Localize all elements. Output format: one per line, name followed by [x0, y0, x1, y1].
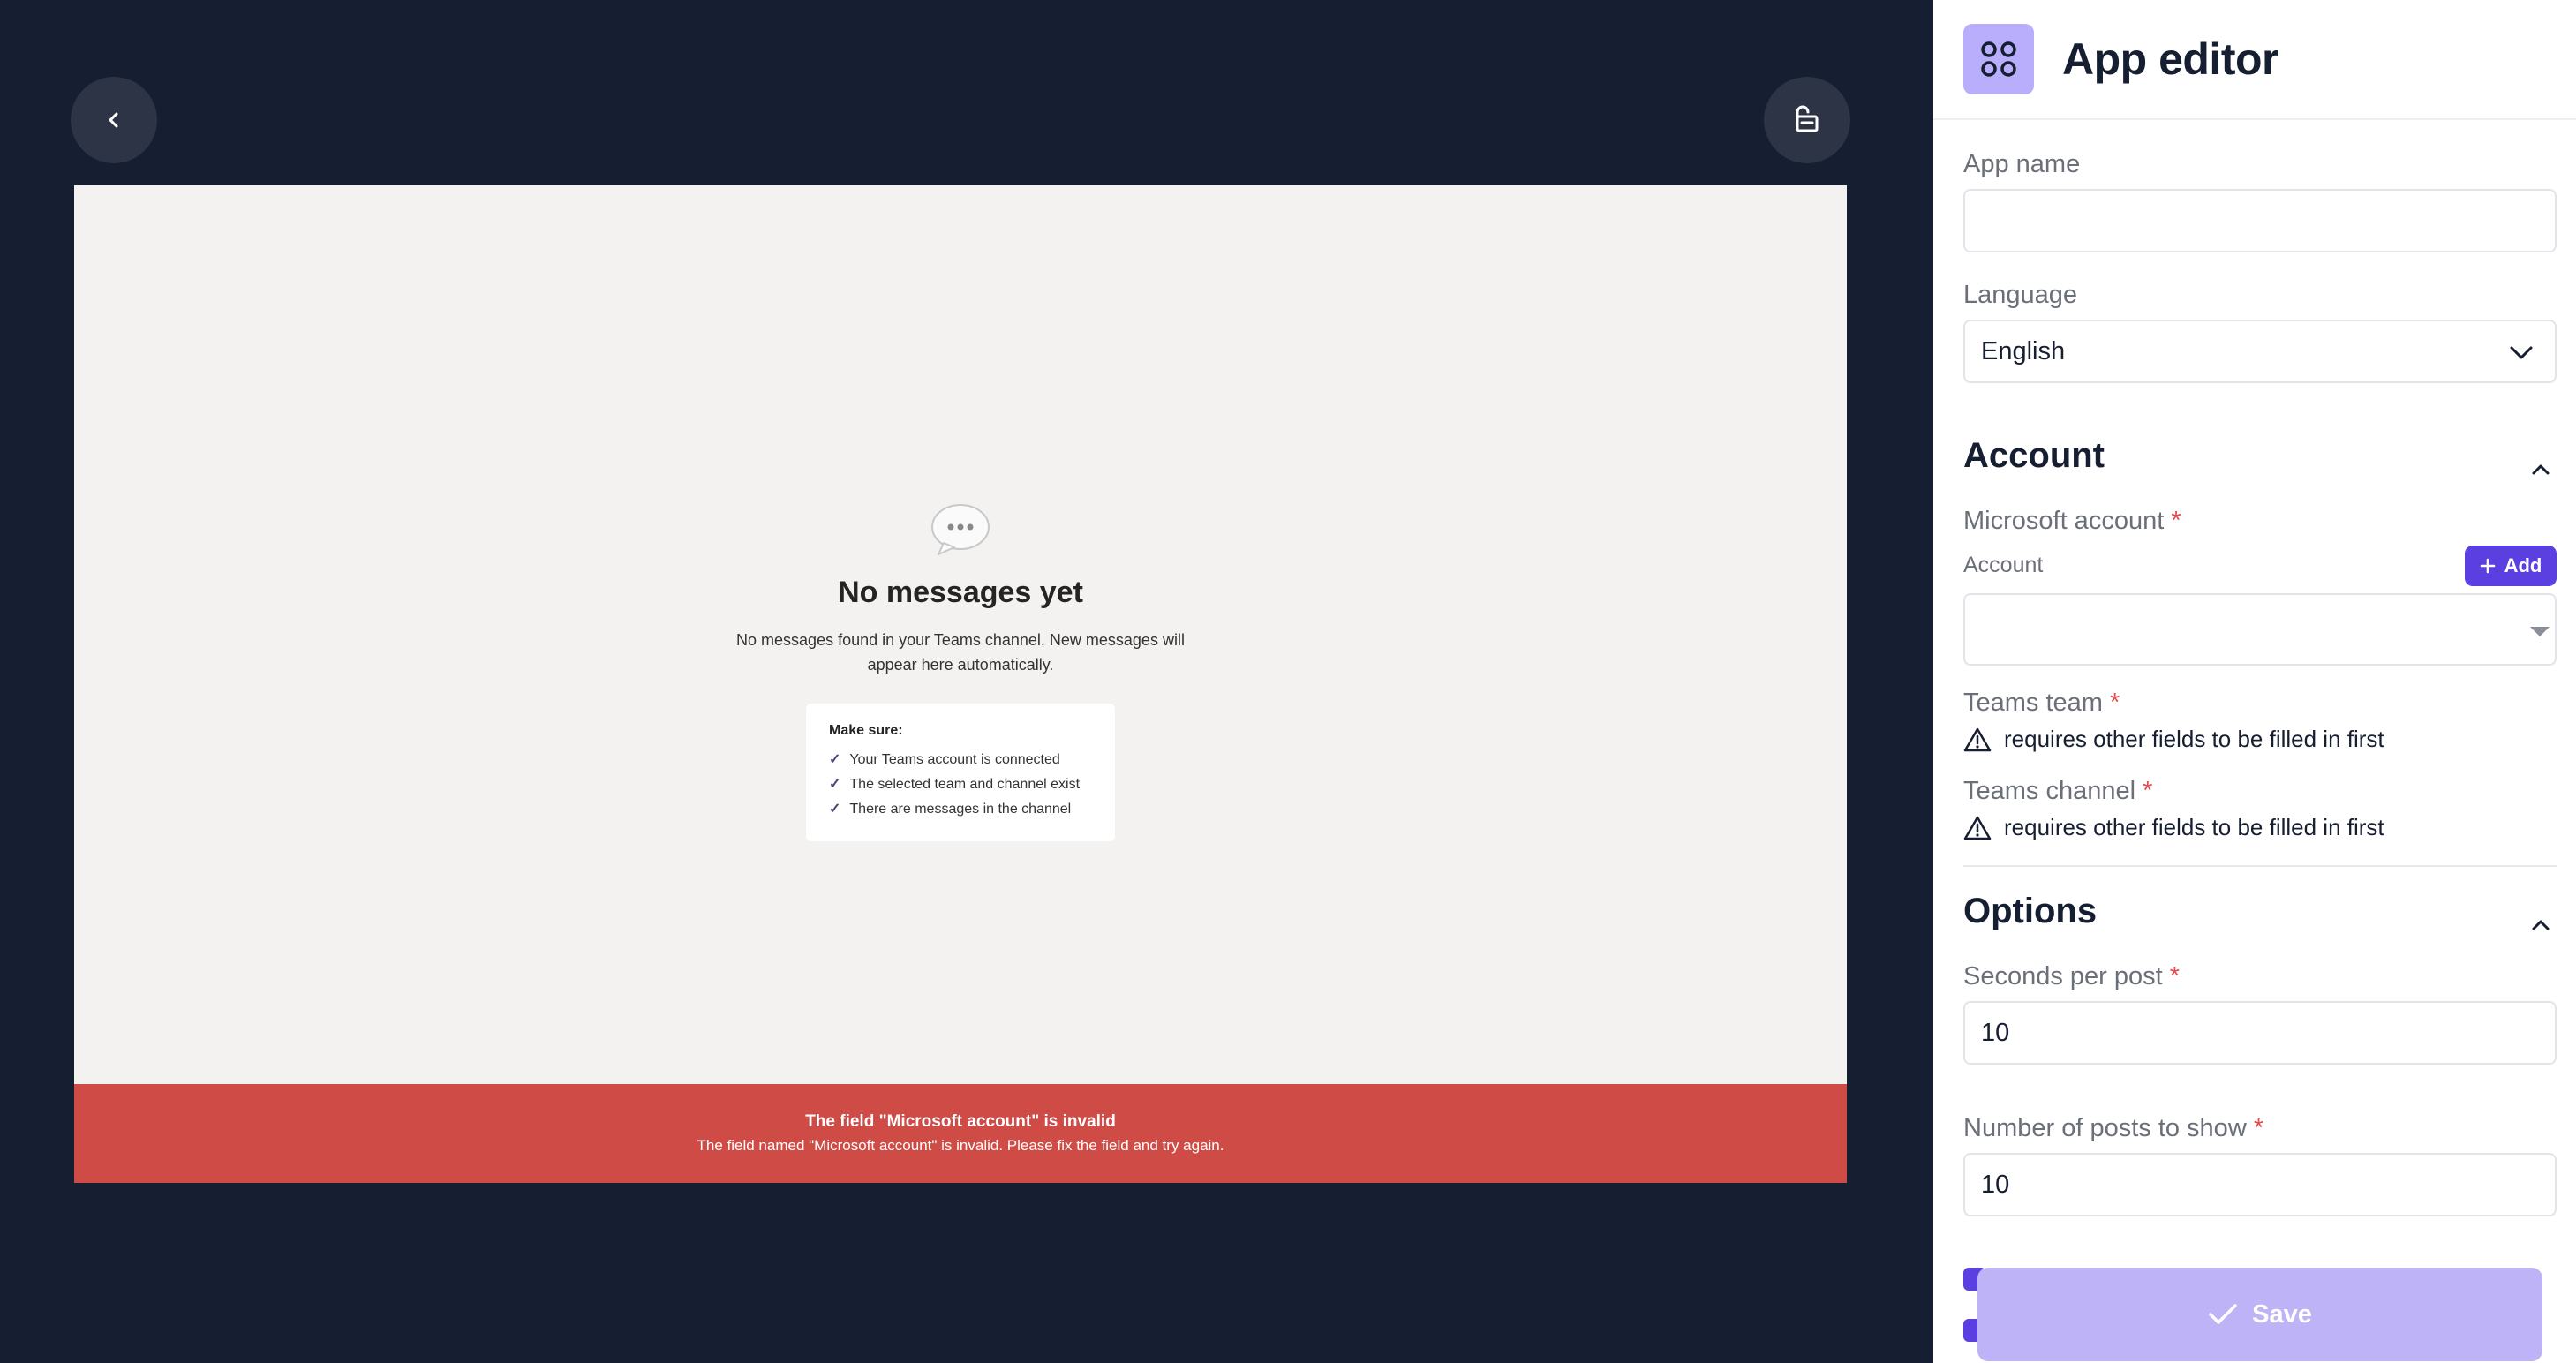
language-select[interactable]: English: [1963, 320, 2557, 383]
options-section-title: Options: [1963, 892, 2098, 930]
chevron-up-icon[interactable]: [2528, 913, 2553, 938]
back-button[interactable]: [71, 77, 157, 163]
tips-card: Make sure: ✓ Your Teams account is connec…: [806, 704, 1115, 841]
app-name-label: App name: [1963, 150, 2081, 178]
language-label: Language: [1963, 281, 2078, 309]
empty-state-title: No messages yet: [838, 576, 1083, 609]
chevron-up-icon[interactable]: [2528, 457, 2553, 482]
unlock-button[interactable]: [1764, 77, 1850, 163]
error-message: The field named "Microsoft account" is i…: [697, 1137, 1224, 1154]
warning-triangle-icon: [1963, 727, 1992, 751]
add-account-button[interactable]: Add: [2465, 546, 2557, 586]
teams-team-warning: requires other fields to be filled in fi…: [1963, 726, 2384, 753]
language-value: English: [1981, 336, 2066, 365]
app-preview: No messages yet No messages found in you…: [74, 185, 1847, 1183]
account-select[interactable]: [1963, 593, 2557, 666]
app-grid-icon: [1963, 24, 2034, 94]
seconds-per-post-label: Seconds per post *: [1963, 962, 2181, 990]
unlock-icon: [1796, 105, 1819, 132]
warning-triangle-icon: [1963, 816, 1992, 840]
tips-title: Make sure:: [829, 723, 903, 738]
posts-to-show-input[interactable]: 10: [1963, 1153, 2557, 1216]
section-divider: [1963, 865, 2557, 867]
caret-down-icon: [2530, 627, 2550, 636]
microsoft-account-label: Microsoft account *: [1963, 507, 2181, 535]
chevron-down-icon: [2510, 346, 2533, 359]
app-editor-panel: App editor App name Language English Acc…: [1933, 0, 2576, 1363]
account-sub-label: Account: [1963, 553, 2044, 577]
check-icon: [2209, 1304, 2237, 1324]
account-section-title: Account: [1963, 436, 2105, 475]
panel-title: App editor: [2062, 34, 2278, 84]
plus-icon: [2480, 558, 2495, 574]
empty-state-description: No messages found in your Teams channel.…: [736, 631, 1185, 674]
teams-channel-warning: requires other fields to be filled in fi…: [1963, 814, 2384, 841]
speech-bubble-icon: [931, 504, 990, 555]
save-button[interactable]: Save: [1977, 1268, 2542, 1361]
panel-header: App editor: [1933, 0, 2576, 120]
tip-item: ✓ There are messages in the channel: [829, 797, 1092, 822]
check-icon: ✓: [829, 802, 841, 817]
preview-stage: No messages yet No messages found in you…: [0, 0, 1933, 1363]
seconds-per-post-input[interactable]: 10: [1963, 1001, 2557, 1065]
error-title: The field "Microsoft account" is invalid: [805, 1112, 1116, 1131]
tip-item: ✓ Your Teams account is connected: [829, 748, 1092, 772]
error-banner: The field "Microsoft account" is invalid…: [74, 1084, 1847, 1183]
teams-team-label: Teams team *: [1963, 689, 2120, 717]
teams-channel-label: Teams channel *: [1963, 777, 2153, 805]
empty-state: No messages yet No messages found in you…: [74, 503, 1847, 841]
posts-to-show-label: Number of posts to show *: [1963, 1114, 2264, 1142]
check-icon: ✓: [829, 752, 841, 767]
check-icon: ✓: [829, 777, 841, 792]
tip-item: ✓ The selected team and channel exist: [829, 772, 1092, 797]
app-name-input[interactable]: [1963, 189, 2557, 252]
chevron-left-icon: [109, 112, 118, 128]
